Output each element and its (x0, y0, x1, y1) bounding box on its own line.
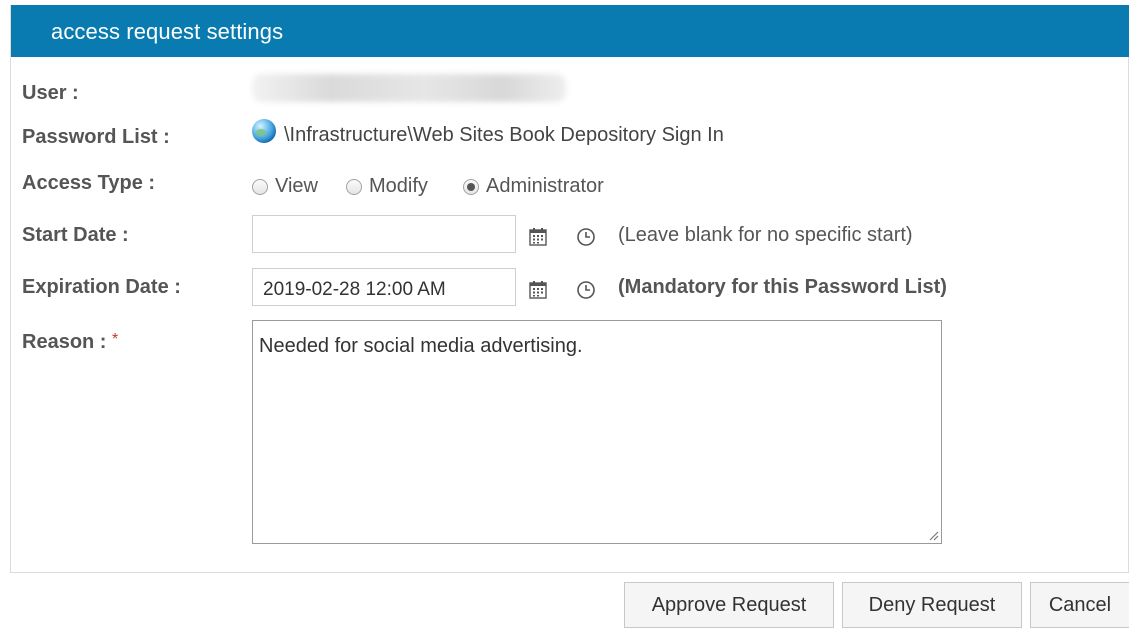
radio-view[interactable] (252, 178, 268, 195)
reason-text: Needed for social media advertising. (259, 335, 583, 357)
user-value-redacted (252, 74, 566, 102)
access-type-administrator-radio[interactable]: Administrator (463, 175, 604, 198)
clock-icon[interactable] (576, 280, 596, 300)
calendar-icon[interactable] (528, 280, 548, 300)
password-list-label: Password List : (22, 126, 170, 148)
deny-request-button[interactable]: Deny Request (842, 582, 1022, 628)
start-date-label: Start Date : (22, 224, 129, 246)
cancel-button[interactable]: Cancel (1030, 582, 1129, 628)
radio-modify-label: Modify (369, 175, 428, 197)
access-type-modify-radio[interactable]: Modify (346, 175, 428, 198)
expiration-date-hint: (Mandatory for this Password List) (618, 276, 947, 298)
dialog-titlebar: access request settings (11, 5, 1129, 57)
radio-view-label: View (275, 175, 318, 197)
reason-label-text: Reason : (22, 331, 107, 353)
globe-icon (252, 119, 276, 143)
radio-administrator[interactable] (463, 178, 479, 195)
password-list-value: \Infrastructure\Web Sites Book Depositor… (284, 124, 724, 146)
approve-request-button[interactable]: Approve Request (624, 582, 834, 628)
expiration-date-label: Expiration Date : (22, 276, 181, 298)
reason-textarea[interactable]: Needed for social media advertising. (252, 320, 942, 544)
clock-icon[interactable] (576, 227, 596, 247)
radio-modify[interactable] (346, 178, 362, 195)
resize-grip-icon[interactable] (927, 529, 939, 541)
access-type-label: Access Type : (22, 172, 156, 194)
dialog-title: access request settings (51, 19, 284, 44)
user-label: User : (22, 82, 79, 104)
calendar-icon[interactable] (528, 227, 548, 247)
start-date-hint: (Leave blank for no specific start) (618, 224, 913, 246)
expiration-date-input[interactable]: 2019-02-28 12:00 AM (252, 268, 516, 306)
access-type-view-radio[interactable]: View (252, 175, 318, 198)
required-marker: * (112, 331, 119, 348)
start-date-input[interactable] (252, 215, 516, 253)
radio-administrator-label: Administrator (486, 175, 604, 197)
reason-label: Reason : * (22, 331, 118, 354)
